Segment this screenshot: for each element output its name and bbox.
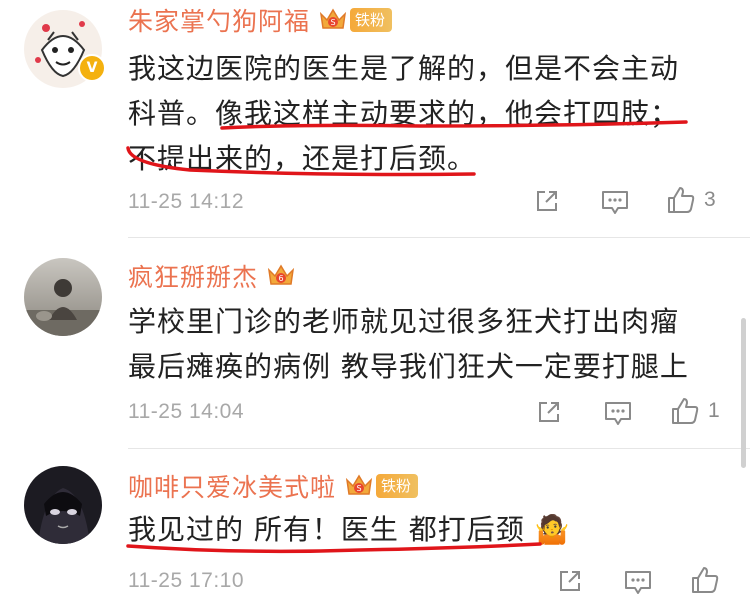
comment-item: 疯狂掰掰杰 6 学校里门诊的老师就见过很多狂犬打出肉瘤 最后瘫痪的病例 教导我们…: [0, 240, 750, 450]
comment-line: 科普。像我这样主动要求的，他会打四肢；: [128, 97, 680, 130]
fan-badge: 铁粉: [376, 474, 419, 498]
crown-icon: 6: [267, 264, 295, 285]
comment-header: 咖啡只爱冰美式啦 S 铁粉: [128, 468, 419, 504]
svg-text:S: S: [330, 18, 335, 27]
timestamp: 11-25 17:10: [128, 569, 245, 592]
username[interactable]: 咖啡只爱冰美式啦: [128, 468, 336, 504]
avatar[interactable]: [24, 466, 102, 544]
verified-badge-icon: V: [78, 54, 106, 82]
comment-line: 不提出来的，还是打后颈。: [128, 142, 477, 175]
thumbs-up-icon: [672, 398, 699, 424]
avatar[interactable]: [24, 258, 102, 336]
comment-line: 我这边医院的医生是了解的，但是不会主动: [128, 52, 680, 85]
avatar-photo: [24, 258, 102, 336]
share-icon: [539, 402, 559, 422]
comment-icon: [602, 191, 628, 214]
crown-icon: S: [345, 474, 373, 495]
comment-line: 我见过的 所有！医生 都打后颈 🤷: [128, 513, 571, 546]
comment-icon: [605, 402, 631, 425]
crown-icon: S: [319, 8, 347, 29]
comment-header: 朱家掌勺狗阿福 S 铁粉: [128, 2, 393, 38]
timestamp: 11-25 14:04: [128, 400, 245, 423]
username[interactable]: 朱家掌勺狗阿福: [128, 2, 310, 38]
username[interactable]: 疯狂掰掰杰: [128, 258, 258, 294]
share-button[interactable]: [535, 398, 563, 426]
reply-button[interactable]: [600, 188, 630, 216]
svg-text:S: S: [356, 484, 361, 493]
like-button[interactable]: 3: [666, 185, 716, 215]
like-count: 1: [708, 399, 720, 422]
comment-item: V 朱家掌勺狗阿福 S 铁粉 我这边医院的医生是了解的，但是不会主动 科普。像我…: [0, 0, 750, 240]
avatar-illustration: [24, 466, 102, 544]
comment-line: 最后瘫痪的病例 教导我们狂犬一定要打腿上: [128, 350, 689, 383]
fan-badge: 铁粉: [350, 8, 393, 32]
share-button[interactable]: [533, 187, 561, 215]
comment-icon: [625, 571, 651, 594]
like-button[interactable]: 1: [670, 396, 720, 426]
comment-header: 疯狂掰掰杰 6: [128, 258, 296, 294]
comment-text: 我这边医院的医生是了解的，但是不会主动 科普。像我这样主动要求的，他会打四肢； …: [128, 46, 728, 181]
thumbs-up-icon: [668, 187, 695, 213]
share-icon: [537, 191, 557, 211]
comment-divider: [128, 237, 750, 238]
comment-text: 学校里门诊的老师就见过很多狂犬打出肉瘤 最后瘫痪的病例 教导我们狂犬一定要打腿上: [128, 299, 728, 389]
share-button[interactable]: [556, 567, 584, 595]
scrollbar[interactable]: [741, 318, 746, 468]
share-icon: [560, 571, 580, 591]
reply-button[interactable]: [623, 568, 653, 596]
like-count: 3: [704, 188, 716, 211]
comment-line: 学校里门诊的老师就见过很多狂犬打出肉瘤: [128, 305, 680, 338]
timestamp: 11-25 14:12: [128, 190, 245, 213]
svg-text:6: 6: [278, 274, 283, 283]
comment-text: 我见过的 所有！医生 都打后颈 🤷: [128, 507, 728, 552]
thumbs-up-icon: [692, 567, 719, 593]
comment-item: 咖啡只爱冰美式啦 S 铁粉 我见过的 所有！医生 都打后颈 🤷 11-25 17…: [0, 450, 750, 602]
like-button[interactable]: [690, 565, 728, 595]
comment-divider: [128, 448, 750, 449]
reply-button[interactable]: [603, 399, 633, 427]
